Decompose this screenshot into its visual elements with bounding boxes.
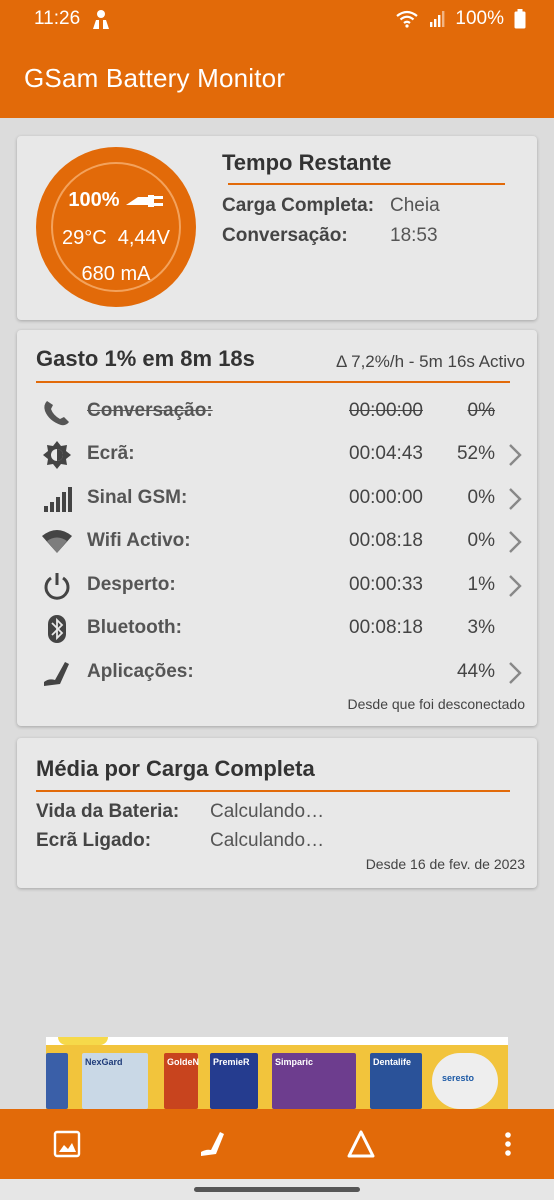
bottom-action-bar: [0, 1109, 554, 1179]
usage-row-percent: 3%: [467, 617, 495, 638]
chevron-right-icon: [509, 444, 522, 466]
wifi-status-icon: [396, 10, 419, 28]
usage-row-label: Conversação:: [87, 400, 213, 421]
full-charge-label: Carga Completa:: [222, 195, 375, 216]
usage-row-screen[interactable]: Ecrã: 00:04:43 52%: [17, 434, 537, 474]
ad-product: GoldeN: [164, 1053, 199, 1109]
usage-row-percent: 1%: [467, 574, 495, 595]
home-gesture-handle[interactable]: [194, 1187, 360, 1192]
average-footnote: Desde 16 de fev. de 2023: [365, 856, 525, 872]
usage-row-time: 00:04:43: [349, 443, 423, 464]
battery-status-icon: [514, 9, 526, 29]
more-options-icon[interactable]: [493, 1129, 523, 1159]
usage-row-apps[interactable]: Aplicações: 44%: [17, 652, 537, 692]
usage-row-call: Conversação: 00:00:00 0%: [17, 391, 537, 431]
usage-row-percent: 52%: [456, 443, 495, 464]
battery-gauge[interactable]: 100% 29°C 4,44V 680 mA: [36, 147, 196, 307]
battery-percent-text: 100%: [455, 8, 504, 29]
ad-banner[interactable]: NexGard GoldeN PremieR Simparic Dentalif…: [46, 1037, 508, 1109]
chevron-right-icon: [509, 662, 522, 684]
bluetooth-icon: [48, 615, 66, 643]
full-charge-value: Cheia: [390, 195, 440, 216]
talk-time-value: 18:53: [390, 225, 438, 246]
ad-tab: [58, 1037, 108, 1045]
chevron-right-icon: [509, 488, 522, 510]
usage-row-bluetooth: Bluetooth: 00:08:18 3%: [17, 608, 537, 648]
app-title: GSam Battery Monitor: [24, 62, 286, 93]
screen-on-label: Ecrã Ligado:: [36, 830, 152, 851]
usage-row-label: Aplicações:: [87, 661, 194, 682]
usage-row-time: 00:08:18: [349, 617, 423, 638]
battery-life-label: Vida da Bateria:: [36, 801, 180, 822]
delta-icon[interactable]: [346, 1129, 376, 1159]
gauge-percent: 100%: [68, 189, 120, 211]
phone-icon: [44, 401, 69, 426]
chevron-right-icon: [509, 531, 522, 553]
ad-product: NexGard: [82, 1053, 148, 1109]
title-divider: [36, 790, 510, 792]
usage-row-label: Ecrã:: [87, 443, 135, 464]
chevron-right-icon: [509, 575, 522, 597]
ad-top-strip: [46, 1037, 508, 1045]
usage-row-time: 00:00:00: [349, 400, 423, 421]
usage-row-time: 00:08:18: [349, 530, 423, 551]
usage-row-percent: 0%: [467, 400, 495, 421]
signal-bars-icon: [44, 487, 72, 512]
ad-product: Simparic: [272, 1053, 356, 1109]
apps-gauge-icon: [44, 662, 69, 686]
status-time: 11:26: [34, 8, 81, 29]
usage-row-time: 00:00:33: [349, 574, 423, 595]
ad-product: PremieR: [210, 1053, 258, 1109]
app-notification-icon: [93, 10, 110, 29]
usage-row-wifi[interactable]: Wifi Activo: 00:08:18 0%: [17, 521, 537, 561]
plug-icon: [125, 194, 163, 207]
title-divider: [228, 183, 505, 185]
usage-title: Gasto 1% em 8m 18s: [36, 346, 255, 371]
time-left-title: Tempo Restante: [222, 150, 392, 175]
usage-row-awake[interactable]: Desperto: 00:00:33 1%: [17, 565, 537, 605]
brightness-icon: [43, 441, 71, 469]
power-icon: [44, 573, 70, 600]
status-bar: 11:26 100%: [0, 0, 554, 38]
usage-row-percent: 44%: [456, 661, 495, 682]
usage-row-percent: 0%: [467, 530, 495, 551]
usage-rate: Δ 7,2%/h - 5m 16s Activo: [335, 352, 525, 371]
average-title: Média por Carga Completa: [36, 756, 315, 781]
app-bar: GSam Battery Monitor: [0, 38, 554, 118]
signal-status-icon: [430, 11, 445, 27]
usage-row-percent: 0%: [467, 487, 495, 508]
usage-row-label: Desperto:: [87, 574, 176, 595]
usage-card: Gasto 1% em 8m 18s Δ 7,2%/h - 5m 16s Act…: [17, 330, 537, 726]
average-card: Média por Carga Completa Vida da Bateria…: [17, 738, 537, 888]
wifi-icon: [42, 530, 72, 553]
ad-product-edge: [46, 1053, 68, 1109]
battery-life-value: Calculando…: [210, 801, 325, 822]
image-icon[interactable]: [52, 1129, 82, 1159]
usage-row-label: Sinal GSM:: [87, 487, 188, 508]
ad-product: Dentalife: [370, 1053, 422, 1109]
screen-on-value: Calculando…: [210, 830, 325, 851]
title-divider: [36, 381, 510, 383]
ad-product: seresto: [432, 1053, 498, 1109]
usage-row-label: Wifi Activo:: [87, 530, 191, 551]
gauge-current: 680 mA: [81, 263, 151, 285]
talk-time-label: Conversação:: [222, 225, 348, 246]
usage-row-label: Bluetooth:: [87, 617, 182, 638]
apps-gauge-icon[interactable]: [198, 1129, 228, 1159]
usage-row-gsm[interactable]: Sinal GSM: 00:00:00 0%: [17, 478, 537, 518]
gauge-temp-voltage: 29°C 4,44V: [61, 227, 171, 249]
usage-footnote: Desde que foi desconectado: [347, 696, 525, 712]
system-nav-bar: [0, 1179, 554, 1200]
usage-row-time: 00:00:00: [349, 487, 423, 508]
gauge-percent-row: 100%: [36, 189, 196, 212]
time-left-card: 100% 29°C 4,44V 680 mA Tempo Restante Ca…: [17, 136, 537, 320]
